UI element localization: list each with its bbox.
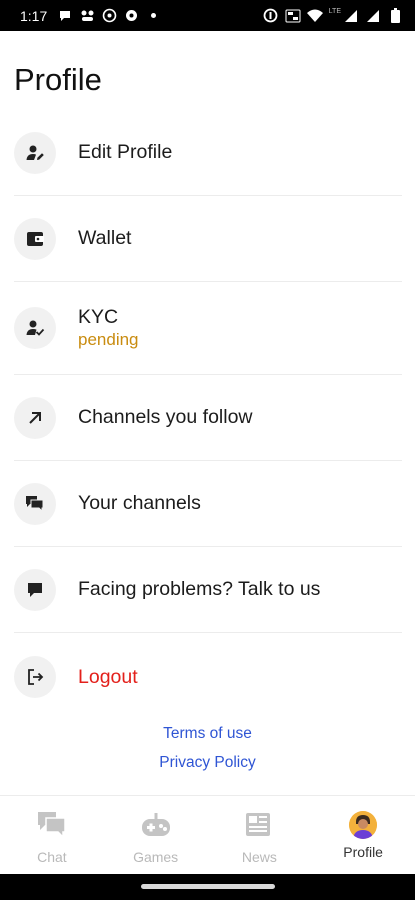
dot-icon — [151, 13, 157, 18]
logout-label: Logout — [78, 665, 138, 688]
data-saver-icon — [263, 8, 279, 24]
chat-icon — [14, 568, 56, 611]
menu-item-wallet[interactable]: Wallet — [14, 196, 402, 282]
status-bar-right: LTE — [263, 8, 403, 24]
user-check-icon — [14, 307, 56, 349]
signal-icon — [343, 8, 359, 24]
menu-item-talk-to-us[interactable]: Facing problems? Talk to us — [14, 547, 402, 633]
nav-tab-games[interactable]: Games — [104, 796, 208, 874]
signal-icon — [365, 8, 381, 24]
status-bar-left: 1:17 — [20, 7, 157, 24]
nav-tab-label: Chat — [37, 849, 67, 865]
logout-icon — [14, 656, 56, 698]
record-icon — [123, 8, 139, 24]
arrow-up-right-icon — [14, 396, 56, 439]
legal-links: Terms of use Privacy Policy — [0, 719, 415, 777]
kyc-status-label: pending — [78, 330, 139, 349]
page-title: Profile — [14, 62, 102, 97]
home-gesture-handle[interactable] — [141, 884, 275, 889]
system-gesture-area — [0, 874, 415, 900]
menu-item-label: Your channels — [78, 492, 201, 514]
chat-bubbles-icon — [14, 482, 56, 525]
battery-icon — [387, 8, 403, 24]
menu-item-label: Channels you follow — [78, 406, 253, 428]
menu-item-label: Edit Profile — [78, 141, 173, 163]
nav-tab-label: Games — [133, 849, 179, 865]
nav-tab-news[interactable]: News — [208, 796, 312, 874]
network-label: LTE — [328, 8, 341, 15]
menu-item-logout[interactable]: Logout — [14, 633, 402, 721]
nav-tab-profile[interactable]: Profile — [311, 796, 415, 874]
menu-item-channels-you-follow[interactable]: Channels you follow — [14, 375, 402, 461]
user-edit-icon — [14, 131, 56, 174]
gamepad-notification-icon — [79, 8, 95, 24]
profile-menu: Edit Profile Wallet KYC pending Channels… — [14, 110, 402, 721]
newspaper-icon — [244, 811, 274, 844]
status-time: 1:17 — [20, 7, 48, 24]
volte-icon — [285, 8, 301, 24]
avatar — [349, 811, 378, 839]
menu-item-your-channels[interactable]: Your channels — [14, 461, 402, 547]
menu-item-edit-profile[interactable]: Edit Profile — [14, 110, 402, 196]
chat-bubble-icon — [57, 8, 73, 24]
menu-item-label: KYC — [78, 306, 119, 328]
chat-icon — [37, 811, 67, 844]
menu-item-kyc[interactable]: KYC pending — [14, 282, 402, 375]
nav-tab-label: News — [241, 849, 277, 865]
nav-tab-chat[interactable]: Chat — [0, 796, 104, 874]
status-bar: 1:17 LTE — [0, 0, 415, 31]
whatsapp-icon — [101, 8, 117, 24]
wallet-icon — [14, 217, 56, 260]
nav-tab-label: Profile — [343, 844, 383, 860]
bottom-navigation: Chat Games News Profile — [0, 795, 415, 874]
menu-item-label: Wallet — [78, 227, 132, 249]
terms-of-use-link[interactable]: Terms of use — [0, 719, 415, 748]
privacy-policy-link[interactable]: Privacy Policy — [0, 748, 415, 777]
gamepad-icon — [141, 811, 171, 844]
wifi-icon — [306, 8, 323, 24]
menu-item-label: Facing problems? Talk to us — [78, 578, 321, 600]
